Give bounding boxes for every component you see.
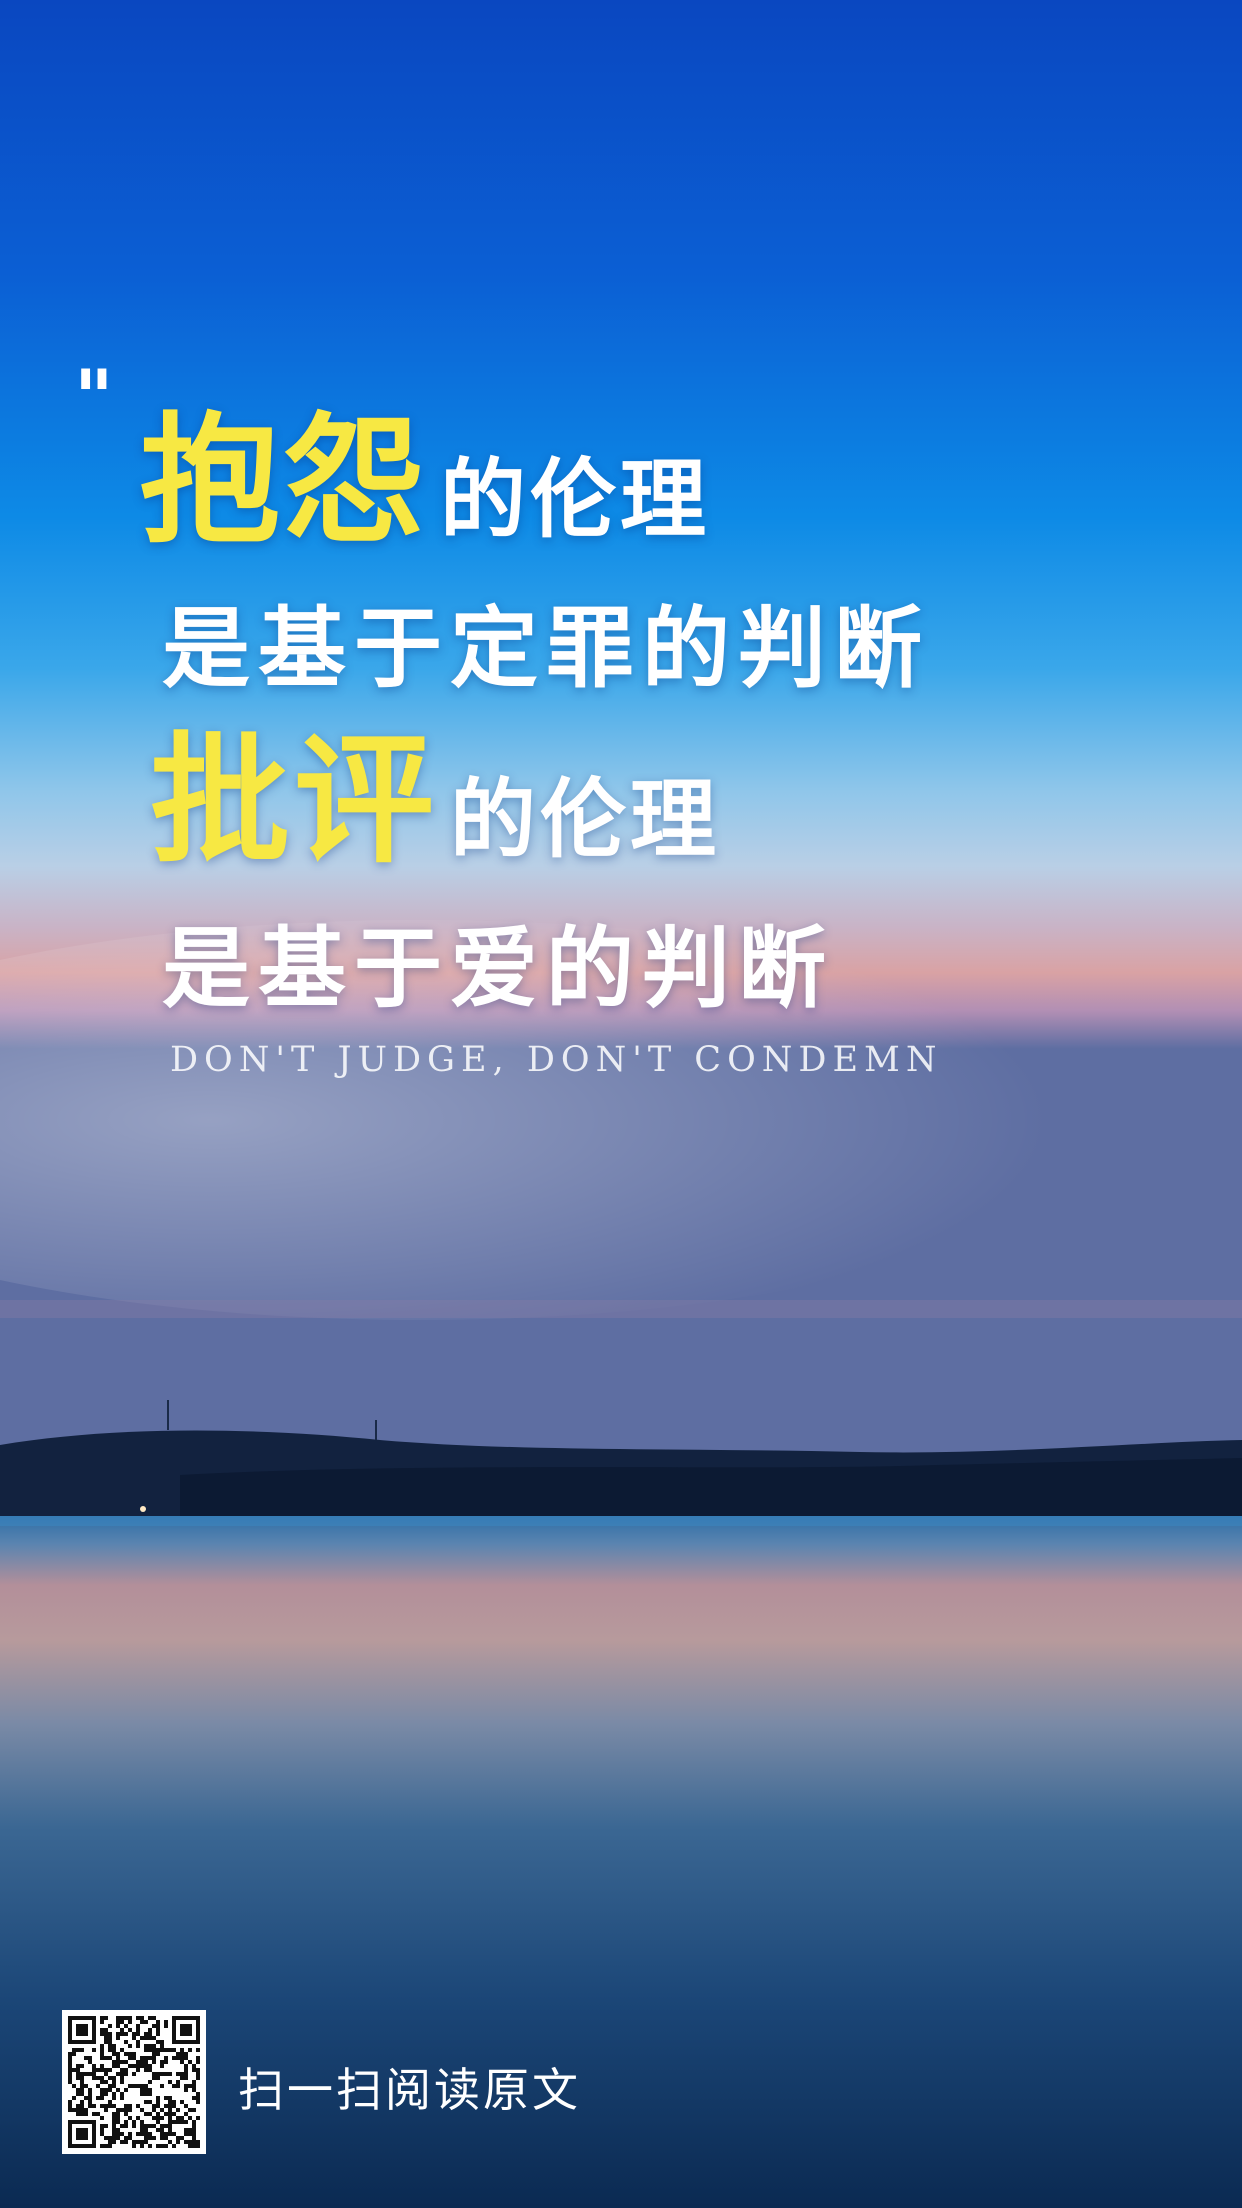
english-subtitle: DON'T JUDGE, DON'T CONDEMN <box>170 1040 943 1080</box>
headline-line-3: 批评 的伦理 <box>150 688 720 890</box>
headline-highlight-complain: 抱怨 <box>140 400 429 563</box>
scan-to-read-label: 扫一扫阅读原文 <box>238 2063 581 2117</box>
headline-ethics-1: 的伦理 <box>440 450 711 550</box>
background-landscape <box>0 0 1242 2208</box>
headline-line-1: 抱怨 的伦理 <box>140 368 710 570</box>
headline-ethics-2: 的伦理 <box>450 770 721 870</box>
headline-highlight-criticize: 批评 <box>150 720 439 883</box>
quote-mark: " <box>74 353 114 442</box>
headline-line-4: 是基于爱的判断 <box>162 917 835 1020</box>
headline-line-2: 是基于定罪的判断 <box>162 597 931 700</box>
qr-code-icon[interactable] <box>62 2010 206 2154</box>
poster: " 抱怨 的伦理 是基于定罪的判断 批评 的伦理 是基于爱的判断 DON'T JUD… <box>0 0 1242 2208</box>
